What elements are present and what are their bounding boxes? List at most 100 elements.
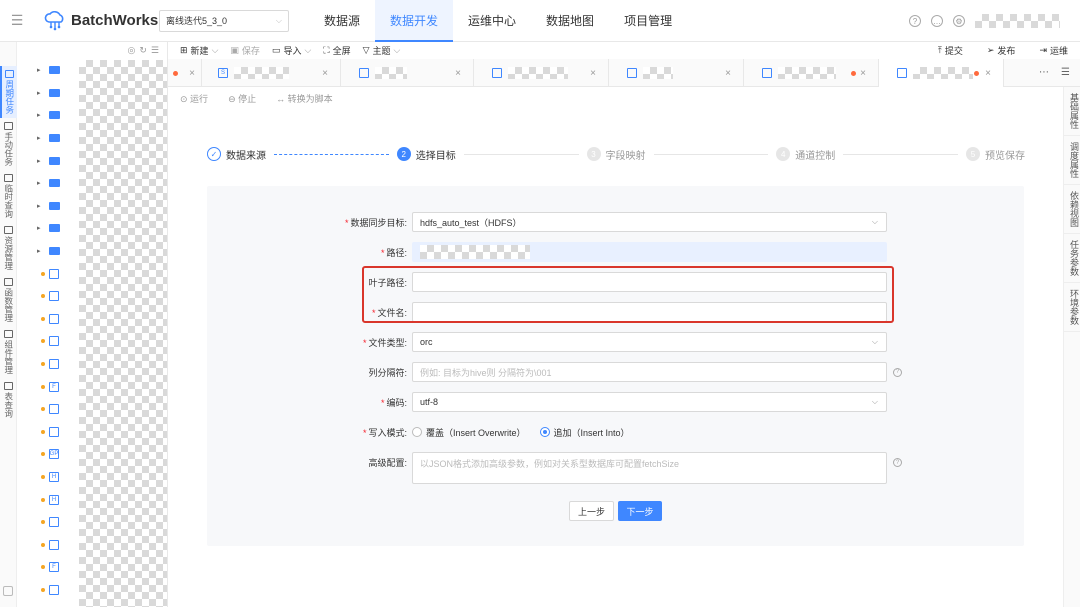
ops-button[interactable]: ⇥ 运维 bbox=[1039, 44, 1068, 57]
tab[interactable]: × bbox=[168, 59, 202, 87]
tree-folder[interactable]: ▸ bbox=[17, 127, 167, 150]
refresh-icon[interactable]: ↻ bbox=[139, 45, 147, 56]
close-icon[interactable]: × bbox=[455, 68, 461, 79]
more-icon[interactable]: ⋯ bbox=[1039, 67, 1049, 78]
close-icon[interactable]: × bbox=[590, 68, 596, 79]
save-button[interactable]: ▣ 保存 bbox=[230, 44, 260, 57]
tree-folder[interactable]: ▸ bbox=[17, 172, 167, 195]
advanced-config-textarea[interactable]: 以JSON格式添加高级参数，例如对关系型数据库可配置fetchSize bbox=[412, 452, 887, 484]
tab[interactable]: × bbox=[341, 59, 474, 87]
rail-item-component-mgmt[interactable]: 组件管理 bbox=[0, 326, 17, 378]
rail-item-resource-mgmt[interactable]: 资源管理 bbox=[0, 222, 17, 274]
nav-item-data-map[interactable]: 数据地图 bbox=[531, 0, 609, 42]
step-preview-save[interactable]: 5 预览保存 bbox=[966, 147, 1025, 162]
close-icon[interactable]: × bbox=[189, 68, 195, 79]
step-field-mapping[interactable]: 3 字段映射 bbox=[586, 147, 646, 162]
tab[interactable]: × bbox=[744, 59, 879, 87]
chevron-down-icon: ⌵ bbox=[871, 337, 878, 346]
publish-button[interactable]: ➢ 发布 bbox=[987, 44, 1016, 57]
path-input[interactable] bbox=[412, 242, 887, 262]
tree-file[interactable]: F bbox=[17, 556, 167, 579]
tree-folder[interactable]: ▸ bbox=[17, 240, 167, 263]
next-step-button[interactable]: 下一步 bbox=[618, 501, 662, 521]
tree-file[interactable] bbox=[17, 511, 167, 534]
rail-label: 组件管理 bbox=[3, 340, 14, 374]
user-menu[interactable] bbox=[975, 14, 1060, 28]
fullscreen-button[interactable]: ⛶ 全屏 bbox=[323, 44, 350, 57]
encoding-select[interactable]: utf-8 ⌵ bbox=[412, 392, 887, 412]
tree-file[interactable] bbox=[17, 330, 167, 353]
run-button[interactable]: ⊙ 运行 bbox=[180, 92, 208, 105]
help-icon[interactable]: ? bbox=[909, 15, 921, 27]
tree-folder[interactable]: ▸ bbox=[17, 149, 167, 172]
menu-toggle-icon[interactable]: ☰ bbox=[0, 0, 34, 42]
radio-insert-into[interactable]: 追加（Insert Into） bbox=[539, 426, 630, 439]
tree-file[interactable]: F bbox=[17, 375, 167, 398]
message-icon[interactable]: … bbox=[931, 15, 943, 27]
close-icon[interactable]: × bbox=[725, 68, 731, 79]
rr-env-params[interactable]: 环境参数 bbox=[1064, 283, 1080, 332]
prev-step-button[interactable]: 上一步 bbox=[569, 501, 614, 521]
tab[interactable]: × bbox=[609, 59, 744, 87]
radio-insert-overwrite[interactable]: 覆盖（Insert Overwrite） bbox=[412, 426, 526, 439]
tree-file[interactable] bbox=[17, 285, 167, 308]
nav-item-data-dev[interactable]: 数据开发 bbox=[375, 0, 454, 42]
nav-item-datasource[interactable]: 数据源 bbox=[309, 0, 375, 42]
tree-file[interactable] bbox=[17, 353, 167, 376]
list-icon[interactable]: ☰ bbox=[151, 45, 159, 56]
rr-task-params[interactable]: 任务参数 bbox=[1064, 234, 1080, 283]
tree-folder[interactable]: ▸ bbox=[17, 59, 167, 82]
nav-item-project-mgmt[interactable]: 项目管理 bbox=[609, 0, 687, 42]
tree-folder[interactable]: ▸ bbox=[17, 217, 167, 240]
nav-item-ops-center[interactable]: 运维中心 bbox=[453, 0, 531, 42]
convert-script-button[interactable]: ↔ 转换为脚本 bbox=[276, 92, 333, 105]
rail-item-periodic-tasks[interactable]: 周期任务 bbox=[0, 66, 17, 118]
import-button[interactable]: ▭ 导入 ⌵ bbox=[272, 44, 311, 57]
help-icon[interactable]: ? bbox=[893, 367, 902, 377]
tree-file[interactable] bbox=[17, 398, 167, 421]
close-icon[interactable]: × bbox=[322, 68, 328, 79]
tab[interactable]: × bbox=[474, 59, 609, 87]
close-icon[interactable]: × bbox=[985, 68, 991, 79]
rr-schedule-props[interactable]: 调度属性 bbox=[1064, 136, 1080, 185]
rr-dependency-view[interactable]: 依赖视图 bbox=[1064, 185, 1080, 234]
sync-target-select[interactable]: hdfs_auto_test（HDFS） ⌵ bbox=[412, 212, 887, 232]
step-channel-control[interactable]: 4 通道控制 bbox=[776, 147, 835, 162]
rail-item-table-query[interactable]: 表查询 bbox=[0, 378, 17, 422]
tree-file[interactable] bbox=[17, 579, 167, 602]
gear-icon[interactable]: ⚙ bbox=[953, 15, 965, 27]
project-select[interactable]: 离线迭代5_3_0 ⌵ bbox=[159, 9, 289, 32]
new-button[interactable]: ⊞ 新建 ⌵ bbox=[180, 44, 218, 57]
tree-file[interactable]: H bbox=[17, 488, 167, 511]
tree-file[interactable]: GP bbox=[17, 443, 167, 466]
rail-item-function-mgmt[interactable]: 函数管理 bbox=[0, 274, 17, 326]
step-data-source[interactable]: ✓ 数据来源 bbox=[207, 147, 266, 162]
locate-icon[interactable]: ◎ bbox=[128, 45, 136, 56]
step-select-target[interactable]: 2 选择目标 bbox=[396, 147, 456, 162]
tree-file[interactable] bbox=[17, 533, 167, 556]
theme-button[interactable]: ▽ 主题 ⌵ bbox=[363, 44, 401, 57]
file-type-select[interactable]: orc ⌵ bbox=[412, 332, 887, 352]
tree-folder[interactable]: ▸ bbox=[17, 104, 167, 127]
rail-item-temp-query[interactable]: 临时查询 bbox=[0, 170, 17, 222]
tree-file[interactable] bbox=[17, 262, 167, 285]
ops-label: 运维 bbox=[1049, 46, 1068, 56]
collapse-icon[interactable] bbox=[3, 586, 13, 596]
rr-basic-props[interactable]: 基础属性 bbox=[1064, 87, 1080, 136]
submit-button[interactable]: ⤒ 提交 bbox=[938, 44, 963, 57]
caret-right-icon: ▸ bbox=[37, 225, 41, 233]
delimiter-input[interactable]: 例如: 目标为hive则 分隔符为\001 bbox=[412, 362, 887, 382]
rail-item-manual-tasks[interactable]: 手动任务 bbox=[0, 118, 17, 170]
stop-button[interactable]: ⊖ 停止 bbox=[228, 92, 256, 105]
close-icon[interactable]: × bbox=[860, 68, 866, 79]
tree-folder[interactable]: ▸ bbox=[17, 82, 167, 105]
tree-file[interactable]: H bbox=[17, 466, 167, 489]
tree-file[interactable] bbox=[17, 421, 167, 444]
list-icon[interactable]: ☰ bbox=[1061, 67, 1070, 78]
file-f-icon: F bbox=[49, 562, 59, 573]
help-icon[interactable]: ? bbox=[893, 458, 902, 467]
tree-file[interactable] bbox=[17, 308, 167, 331]
tree-folder[interactable]: ▸ bbox=[17, 195, 167, 218]
tab-active[interactable]: × bbox=[879, 59, 1004, 87]
tab[interactable]: S × bbox=[202, 59, 341, 87]
